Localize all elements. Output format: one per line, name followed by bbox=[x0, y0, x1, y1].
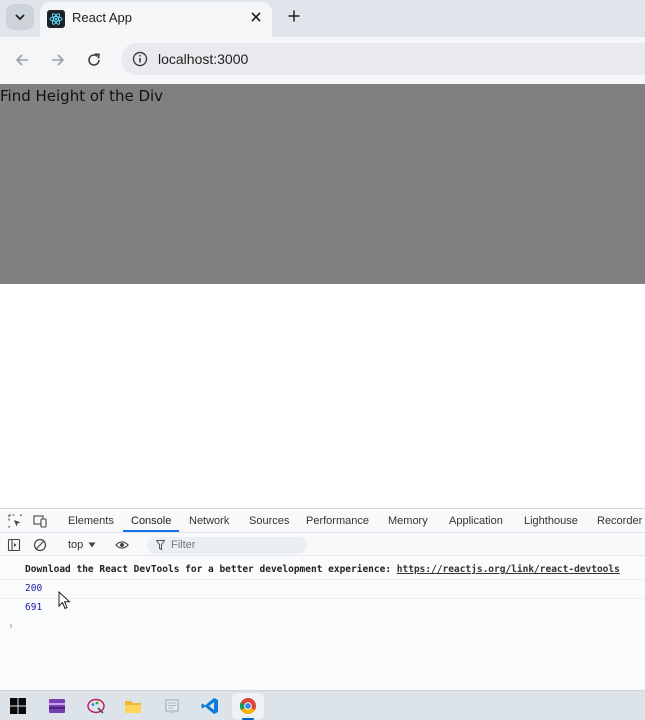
filter-icon bbox=[156, 540, 165, 550]
sidebar-toggle-icon[interactable] bbox=[7, 538, 21, 552]
eye-icon[interactable] bbox=[115, 538, 129, 552]
url-text: localhost:3000 bbox=[158, 51, 249, 67]
close-icon bbox=[251, 12, 261, 22]
div-heading: Find Height of the Div bbox=[0, 87, 164, 105]
caret-down-icon bbox=[88, 542, 96, 548]
back-button[interactable] bbox=[12, 50, 32, 70]
file-explorer-icon[interactable] bbox=[121, 694, 145, 718]
inspect-element-icon[interactable] bbox=[8, 514, 22, 528]
forward-button[interactable] bbox=[48, 50, 68, 70]
arrow-left-icon bbox=[15, 54, 28, 66]
chevron-down-icon bbox=[15, 14, 25, 21]
devtools-message-text: Download the React DevTools for a better… bbox=[25, 564, 397, 575]
notepad-icon[interactable] bbox=[160, 694, 184, 718]
react-logo-icon bbox=[47, 10, 65, 28]
tab-network[interactable]: Network bbox=[189, 515, 229, 527]
clear-console-icon[interactable] bbox=[33, 538, 47, 552]
browser-tab[interactable]: React App bbox=[40, 2, 272, 37]
devtools-tab-strip: Elements Console Network Sources Perform… bbox=[0, 509, 645, 533]
console-prompt[interactable]: › bbox=[9, 620, 13, 632]
tab-console[interactable]: Console bbox=[131, 515, 171, 527]
tab-memory[interactable]: Memory bbox=[388, 515, 428, 527]
log-divider bbox=[0, 598, 645, 599]
browser-toolbar: localhost:3000 bbox=[0, 37, 645, 84]
plus-icon bbox=[288, 10, 300, 22]
reload-icon bbox=[88, 53, 100, 66]
device-toolbar-icon[interactable] bbox=[33, 514, 47, 528]
log-value: 200 bbox=[25, 583, 43, 594]
log-divider bbox=[0, 579, 645, 580]
windows-taskbar bbox=[0, 690, 645, 720]
info-icon[interactable] bbox=[132, 51, 148, 67]
page-viewport: Find Height of the Div bbox=[0, 84, 645, 508]
context-selector[interactable]: top bbox=[68, 539, 83, 551]
tab-title: React App bbox=[72, 10, 132, 25]
tab-application[interactable]: Application bbox=[449, 515, 503, 527]
close-tab-button[interactable] bbox=[248, 9, 264, 25]
filter-placeholder: Filter bbox=[171, 539, 196, 551]
windows-start-icon[interactable] bbox=[6, 694, 30, 718]
arrow-right-icon bbox=[52, 54, 65, 66]
tab-sources[interactable]: Sources bbox=[249, 515, 289, 527]
winrar-icon[interactable] bbox=[45, 694, 69, 718]
measured-div: Find Height of the Div bbox=[0, 84, 645, 284]
tab-recorder[interactable]: Recorder bbox=[597, 515, 642, 527]
paint-icon[interactable] bbox=[84, 694, 108, 718]
log-value: 691 bbox=[25, 602, 43, 613]
console-filter-input[interactable]: Filter bbox=[147, 537, 307, 554]
devtools-panel: Elements Console Network Sources Perform… bbox=[0, 508, 645, 690]
devtools-link[interactable]: https://reactjs.org/link/react-devtools bbox=[397, 564, 620, 575]
screen: React App localhost:3000 Find Height of … bbox=[0, 0, 645, 720]
chrome-icon[interactable] bbox=[236, 694, 260, 718]
mouse-cursor-icon bbox=[58, 591, 71, 610]
tab-lighthouse[interactable]: Lighthouse bbox=[524, 515, 578, 527]
active-tab-indicator bbox=[123, 530, 179, 532]
address-bar[interactable]: localhost:3000 bbox=[121, 43, 645, 75]
console-toolbar: top Filter bbox=[0, 534, 645, 556]
vscode-icon[interactable] bbox=[198, 694, 222, 718]
tab-search-button[interactable] bbox=[6, 4, 34, 30]
new-tab-button[interactable] bbox=[285, 7, 303, 25]
tab-elements[interactable]: Elements bbox=[68, 515, 114, 527]
browser-tab-bar: React App bbox=[0, 0, 645, 37]
tab-performance[interactable]: Performance bbox=[306, 515, 369, 527]
reload-button[interactable] bbox=[84, 50, 104, 70]
